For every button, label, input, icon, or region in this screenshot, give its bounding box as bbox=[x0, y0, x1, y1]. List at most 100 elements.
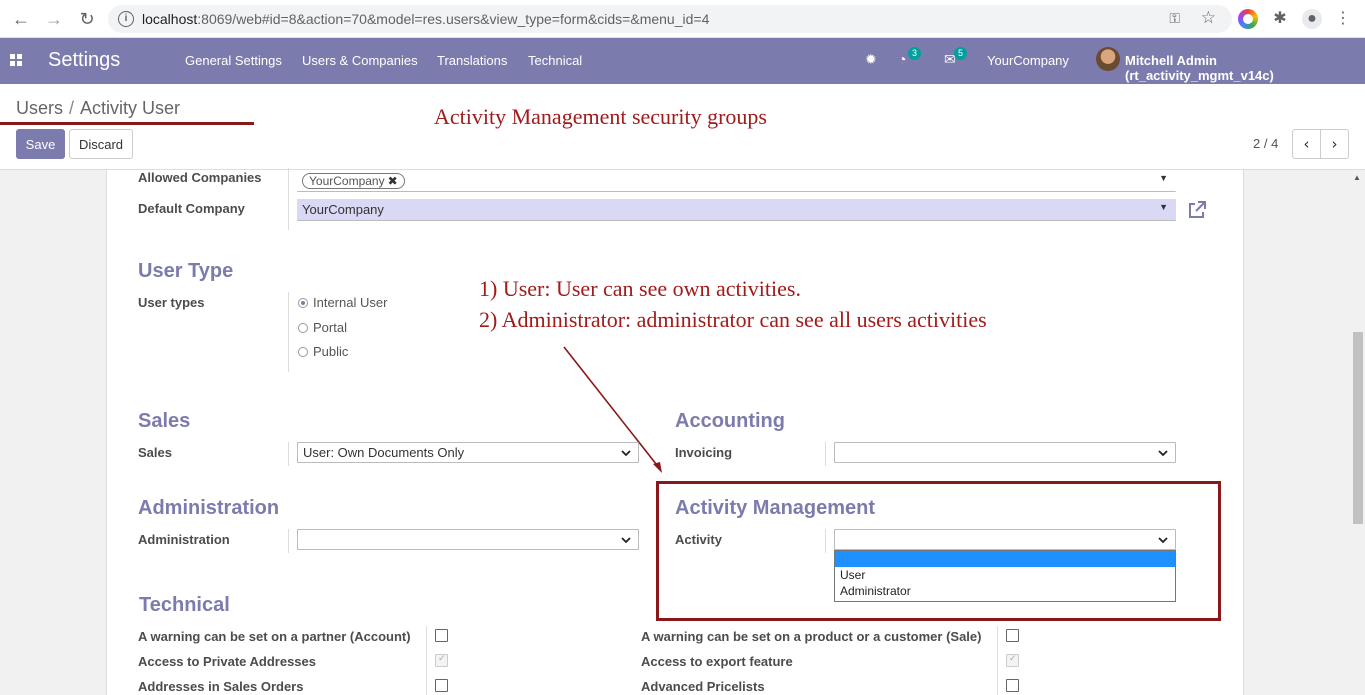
external-link-icon[interactable] bbox=[1187, 200, 1207, 220]
activity-option-user[interactable]: User bbox=[835, 567, 1175, 583]
bookmark-star-icon[interactable]: ☆ bbox=[1201, 8, 1216, 28]
messages-count-badge: 5 bbox=[954, 47, 967, 60]
activity-clock-icon[interactable]: ◔ 3 bbox=[898, 47, 921, 67]
label-divider bbox=[288, 292, 289, 372]
sales-section-title: Sales bbox=[138, 410, 191, 432]
invoicing-select[interactable] bbox=[834, 442, 1176, 463]
chevron-down-icon bbox=[1158, 537, 1168, 544]
technical-right-checkbox-1[interactable] bbox=[1006, 629, 1019, 642]
annotation-title: Activity Management security groups bbox=[434, 104, 767, 129]
dropdown-caret-icon[interactable]: ▼ bbox=[1159, 202, 1168, 212]
technical-right-label-2: Access to export feature bbox=[641, 654, 793, 669]
app-title[interactable]: Settings bbox=[48, 49, 120, 72]
breadcrumb-current: Activity User bbox=[80, 98, 181, 118]
radio-selected-icon bbox=[298, 298, 308, 308]
menu-users-companies[interactable]: Users & Companies bbox=[302, 53, 418, 68]
chevron-down-icon bbox=[621, 450, 631, 457]
technical-left-checkbox-3[interactable] bbox=[435, 679, 448, 692]
allowed-companies-label: Allowed Companies bbox=[138, 170, 262, 185]
label-divider bbox=[426, 626, 427, 695]
technical-right-checkbox-3[interactable] bbox=[1006, 679, 1019, 692]
debug-bug-icon[interactable]: ✹ bbox=[865, 51, 877, 68]
reload-icon[interactable]: ↻ bbox=[77, 9, 97, 29]
default-company-label: Default Company bbox=[138, 201, 245, 216]
chevron-down-icon bbox=[1158, 450, 1168, 457]
company-tag: YourCompany ✖ bbox=[302, 173, 405, 189]
main-navbar: Settings General Settings Users & Compan… bbox=[0, 38, 1365, 84]
technical-left-checkbox-1[interactable] bbox=[435, 629, 448, 642]
sales-label: Sales bbox=[138, 445, 172, 460]
accounting-section-title: Accounting bbox=[675, 410, 785, 432]
browser-menu-icon[interactable]: ⋮ bbox=[1333, 9, 1353, 29]
forward-arrow-icon[interactable]: → bbox=[44, 9, 64, 29]
scroll-up-icon[interactable]: ▲ bbox=[1353, 173, 1361, 182]
label-divider bbox=[997, 626, 998, 695]
label-divider bbox=[825, 442, 826, 466]
default-company-field[interactable]: YourCompany ▼ bbox=[297, 199, 1176, 221]
save-button[interactable]: Save bbox=[16, 129, 65, 159]
messages-chat-icon[interactable]: ✉ 5 bbox=[944, 47, 967, 68]
address-bar[interactable]: i localhost:8069/web#id=8&action=70&mode… bbox=[108, 5, 1232, 33]
annotation-line-2: 2) Administrator: administrator can see … bbox=[479, 307, 987, 332]
label-divider bbox=[288, 529, 289, 553]
technical-left-label-3: Addresses in Sales Orders bbox=[138, 679, 304, 694]
technical-left-checkbox-2 bbox=[435, 653, 448, 667]
scrollbar-thumb[interactable] bbox=[1353, 332, 1363, 524]
menu-translations[interactable]: Translations bbox=[437, 53, 507, 68]
technical-right-label-3: Advanced Pricelists bbox=[641, 679, 765, 694]
activity-option-administrator[interactable]: Administrator bbox=[835, 583, 1175, 599]
page-scrollbar[interactable]: ▲ bbox=[1351, 170, 1365, 695]
radio-internal-user[interactable]: Internal User bbox=[298, 295, 387, 310]
url-text: localhost:8069/web#id=8&action=70&model=… bbox=[142, 11, 710, 27]
label-divider bbox=[288, 168, 289, 230]
back-arrow-icon[interactable]: ← bbox=[11, 9, 31, 29]
discard-button[interactable]: Discard bbox=[69, 129, 133, 159]
chevron-down-icon bbox=[621, 537, 631, 544]
technical-left-label-1: A warning can be set on a partner (Accou… bbox=[138, 629, 411, 644]
breadcrumb-separator: / bbox=[69, 98, 75, 118]
annotation-underline bbox=[0, 122, 254, 125]
activity-options-list: User Administrator bbox=[834, 550, 1176, 602]
invoicing-label: Invoicing bbox=[675, 445, 733, 460]
label-divider bbox=[825, 529, 826, 553]
sales-select[interactable]: User: Own Documents Only bbox=[297, 442, 639, 463]
technical-left-label-2: Access to Private Addresses bbox=[138, 654, 317, 669]
radio-empty-icon bbox=[298, 347, 308, 357]
site-info-icon[interactable]: i bbox=[118, 11, 134, 27]
technical-right-label-1: A warning can be set on a product or a c… bbox=[641, 629, 982, 644]
radio-public[interactable]: Public bbox=[298, 344, 348, 359]
technical-section-title: Technical bbox=[139, 594, 230, 616]
activity-option-empty[interactable] bbox=[835, 551, 1175, 567]
menu-general-settings[interactable]: General Settings bbox=[185, 53, 282, 68]
pager-next-button[interactable]: › bbox=[1320, 129, 1349, 159]
pager-previous-button[interactable]: ‹ bbox=[1292, 129, 1321, 159]
activity-select[interactable] bbox=[834, 529, 1176, 550]
extensions-puzzle-icon[interactable]: ✱ bbox=[1270, 9, 1290, 29]
technical-right-checkbox-2 bbox=[1006, 653, 1019, 667]
user-type-section-title: User Type bbox=[138, 260, 234, 282]
user-menu[interactable]: Mitchell Admin (rt_activity_mgmt_v14c) bbox=[1125, 53, 1365, 83]
annotation-line-1: 1) User: User can see own activities. bbox=[479, 276, 801, 301]
user-avatar[interactable] bbox=[1096, 47, 1120, 71]
activity-count-badge: 3 bbox=[908, 47, 921, 60]
color-extension-icon[interactable] bbox=[1238, 9, 1258, 29]
allowed-companies-field[interactable]: YourCompany ✖ ▼ bbox=[297, 170, 1176, 192]
dropdown-caret-icon[interactable]: ▼ bbox=[1159, 173, 1168, 183]
apps-grid-icon[interactable] bbox=[10, 54, 22, 66]
password-key-icon[interactable]: ⚿ bbox=[1169, 10, 1180, 27]
activity-management-section-title: Activity Management bbox=[675, 497, 876, 519]
radio-portal[interactable]: Portal bbox=[298, 320, 347, 335]
administration-label: Administration bbox=[138, 532, 230, 547]
menu-technical[interactable]: Technical bbox=[528, 53, 582, 68]
breadcrumb: Users / Activity User bbox=[16, 98, 180, 119]
profile-icon[interactable]: ● bbox=[1302, 9, 1322, 29]
administration-section-title: Administration bbox=[138, 497, 280, 519]
company-switcher[interactable]: YourCompany bbox=[987, 53, 1069, 68]
breadcrumb-users-link[interactable]: Users bbox=[16, 98, 63, 118]
radio-empty-icon bbox=[298, 323, 308, 333]
user-types-label: User types bbox=[138, 295, 205, 310]
remove-tag-icon[interactable]: ✖ bbox=[388, 174, 398, 188]
activity-label: Activity bbox=[675, 532, 722, 547]
label-divider bbox=[288, 442, 289, 466]
administration-select[interactable] bbox=[297, 529, 639, 550]
